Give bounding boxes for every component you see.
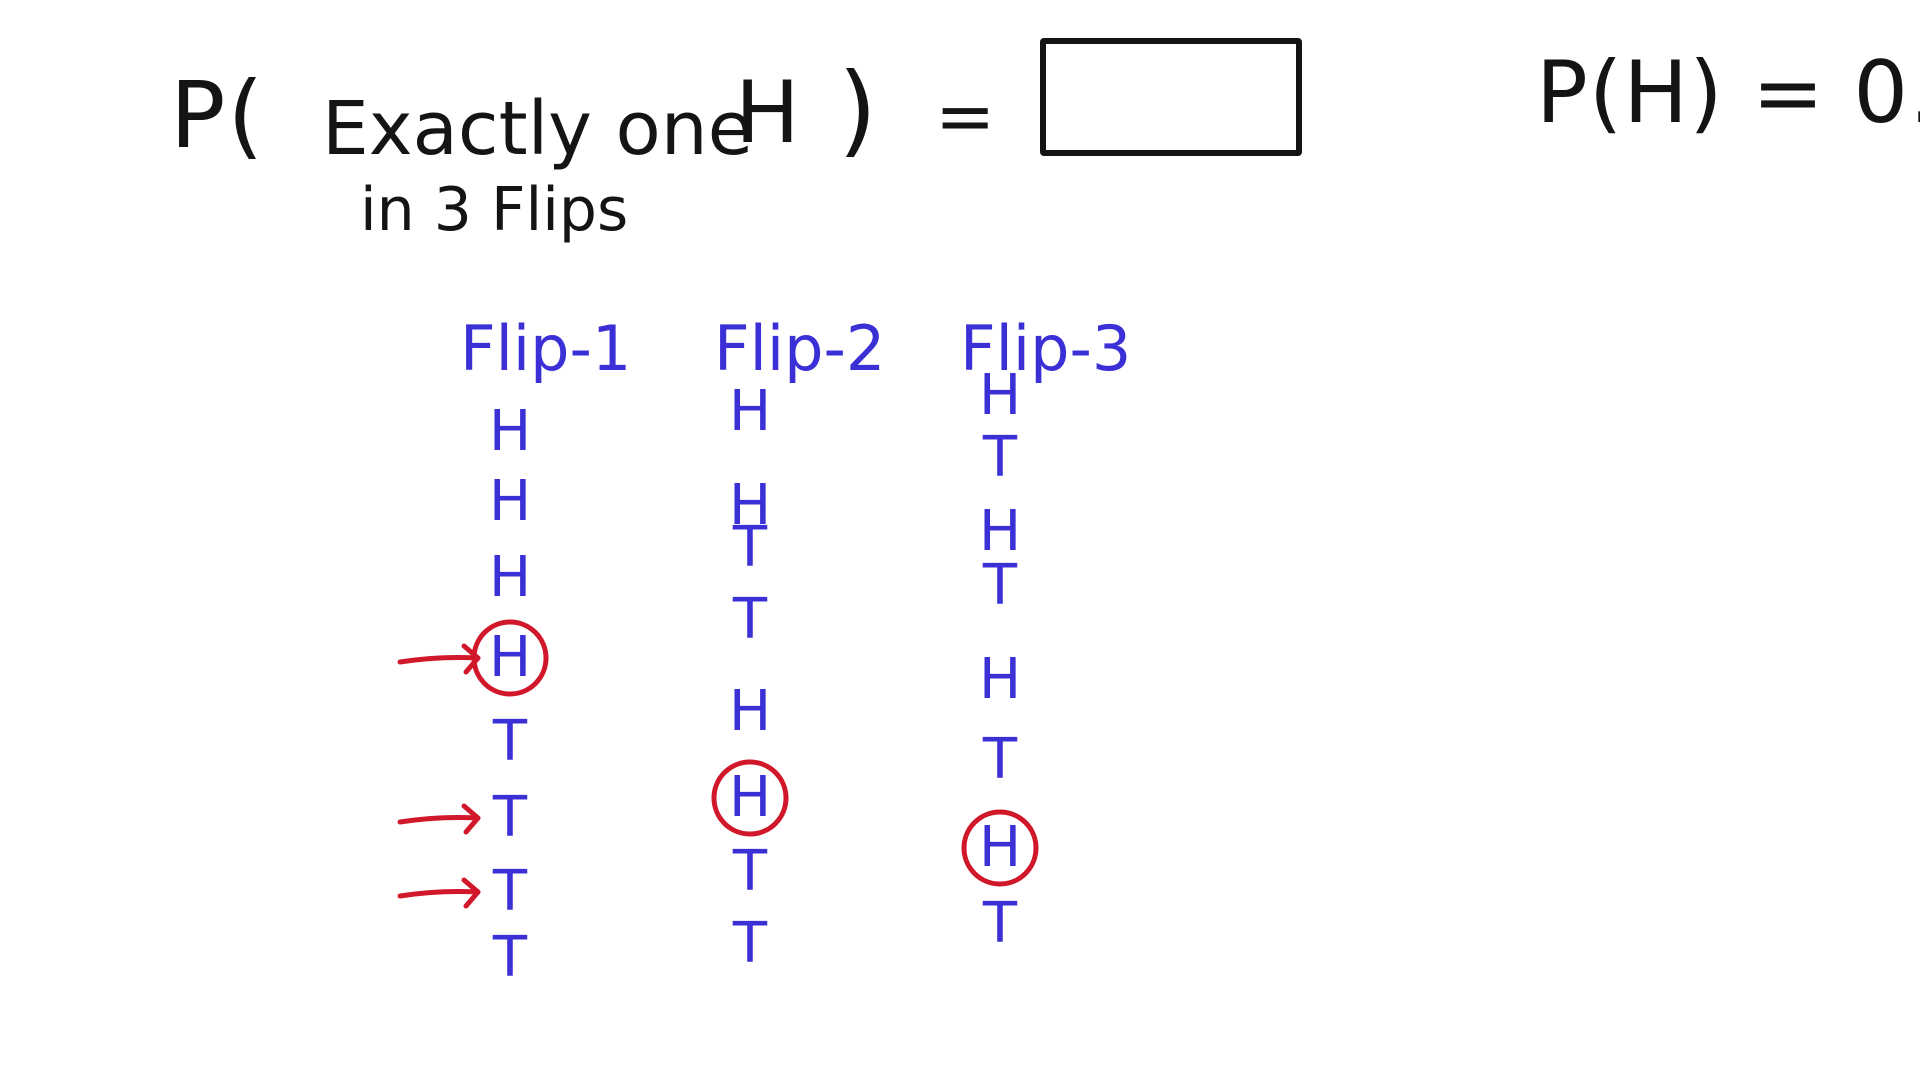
arrow-marker-1 [397,643,481,675]
arrow-marker-3 [397,877,481,909]
cell-flip-1-row-6: T [492,785,528,850]
cell-flip-3-row-6: T [982,727,1018,792]
event-description-line1: Exactly one [322,86,754,172]
cell-flip-2-row-8: T [732,911,768,976]
cell-flip-1-row-3: H [488,545,532,610]
cell-flip-3-row-5: H [978,647,1022,712]
column-header-flip-2: Flip-2 [714,312,886,385]
event-description-line2: in 3 Flips [360,175,629,245]
cell-flip-3-row-7: H [978,815,1022,880]
equals-sign: = [935,74,996,158]
cell-flip-2-row-7: T [732,839,768,904]
cell-flip-2-row-4: T [732,587,768,652]
column-header-flip-1: Flip-1 [460,312,632,385]
cell-flip-3-row-2: T [982,425,1018,490]
cell-flip-3-row-1: H [978,363,1022,428]
cell-flip-1-row-7: T [492,859,528,924]
cell-flip-2-row-6: H [728,765,772,830]
cell-flip-3-row-4: T [982,553,1018,618]
cell-flip-3-row-3: H [978,499,1022,564]
cell-flip-2-row-3: T [732,515,768,580]
arrow-marker-2 [397,803,481,835]
event-outcome: H [735,63,800,163]
given-probability: P(H) = 0.6 [1536,43,1920,143]
cell-flip-1-row-2: H [488,469,532,534]
probability-open: P( [170,62,266,169]
probability-close: ) [838,51,878,168]
cell-flip-2-row-1: H [728,379,772,444]
red-marker-layer [397,619,1039,909]
cell-flip-1-row-4: H [488,625,532,690]
cell-flip-1-row-8: T [492,925,528,990]
answer-box[interactable] [1040,38,1302,156]
whiteboard-canvas: P( Exactly one in 3 Flips H ) = P(H) = 0… [0,0,1920,1080]
cell-flip-3-row-8: T [982,891,1018,956]
cell-flip-1-row-1: H [488,399,532,464]
cell-flip-1-row-5: T [492,709,528,774]
cell-flip-2-row-5: H [728,679,772,744]
